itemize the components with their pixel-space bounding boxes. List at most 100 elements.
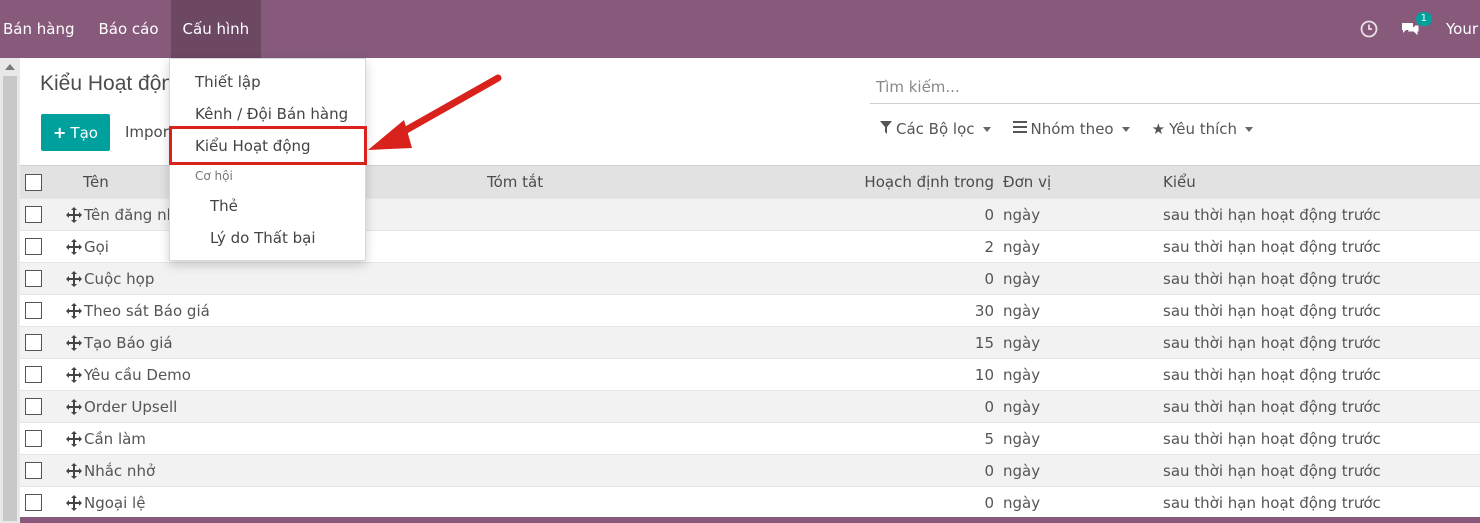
cell-unit: ngày bbox=[1003, 237, 1041, 256]
chat-icon[interactable]: 1 bbox=[1400, 12, 1432, 38]
star-icon: ★ bbox=[1151, 120, 1166, 138]
dropdown-item-sales-teams[interactable]: Kênh / Đội Bán hàng bbox=[195, 105, 348, 123]
cell-plan: 0 bbox=[984, 461, 994, 480]
cell-type: sau thời hạn hoạt động trước bbox=[1163, 397, 1381, 416]
cell-unit: ngày bbox=[1003, 493, 1041, 512]
row-checkbox[interactable] bbox=[25, 430, 42, 447]
dropdown-item-lost-reasons[interactable]: Lý do Thất bại bbox=[210, 229, 315, 247]
drag-handle-icon[interactable] bbox=[64, 302, 84, 319]
cell-type: sau thời hạn hoạt động trước bbox=[1163, 365, 1381, 384]
drag-handle-icon[interactable] bbox=[64, 494, 84, 511]
page-title: Kiểu Hoạt động bbox=[40, 72, 185, 95]
bottom-bar bbox=[20, 517, 1480, 523]
table-row[interactable]: Cần làm 5 ngày sau thời hạn hoạt động trước bbox=[20, 422, 1480, 454]
drag-handle-icon[interactable] bbox=[64, 462, 84, 479]
table-row[interactable]: Ngoại lệ 0 ngày sau thời hạn hoạt động trướ… bbox=[20, 486, 1480, 518]
row-select-cell bbox=[20, 206, 64, 223]
cell-plan: 0 bbox=[984, 269, 994, 288]
dropdown-item-settings[interactable]: Thiết lập bbox=[195, 73, 261, 91]
menu-ban-hang[interactable]: Bán hàng bbox=[0, 0, 86, 58]
cell-name: Cần làm bbox=[84, 429, 146, 448]
drag-handle-icon[interactable] bbox=[64, 206, 84, 223]
dropdown-section-opportunities: Cơ hội bbox=[195, 169, 233, 183]
cell-plan: 0 bbox=[984, 205, 994, 224]
row-checkbox[interactable] bbox=[25, 462, 42, 479]
bars-icon bbox=[1012, 121, 1027, 137]
row-checkbox[interactable] bbox=[25, 494, 42, 511]
filters-dropdown[interactable]: Các Bộ lọc bbox=[880, 120, 991, 138]
menu-cau-hinh[interactable]: Cấu hình bbox=[170, 0, 262, 58]
scroll-up-icon[interactable] bbox=[5, 64, 15, 70]
row-select-cell bbox=[20, 462, 64, 479]
drag-handle-icon[interactable] bbox=[64, 270, 84, 287]
cell-unit: ngày bbox=[1003, 269, 1041, 288]
favorites-label: Yêu thích bbox=[1169, 120, 1238, 138]
drag-handle-icon[interactable] bbox=[64, 398, 84, 415]
drag-handle-icon[interactable] bbox=[64, 334, 84, 351]
row-checkbox[interactable] bbox=[25, 334, 42, 351]
table-row[interactable]: Yêu cầu Demo 10 ngày sau thời hạn hoạt động… bbox=[20, 358, 1480, 390]
cell-type: sau thời hạn hoạt động trước bbox=[1163, 333, 1381, 352]
cell-name: Yêu cầu Demo bbox=[84, 365, 191, 384]
row-select-cell bbox=[20, 238, 64, 255]
chat-badge: 1 bbox=[1415, 12, 1432, 26]
row-checkbox[interactable] bbox=[25, 302, 42, 319]
cell-unit: ngày bbox=[1003, 205, 1041, 224]
cell-unit: ngày bbox=[1003, 429, 1041, 448]
cell-type: sau thời hạn hoạt động trước bbox=[1163, 493, 1381, 512]
cell-type: sau thời hạn hoạt động trước bbox=[1163, 205, 1381, 224]
cell-type: sau thời hạn hoạt động trước bbox=[1163, 461, 1381, 480]
dropdown-item-tags[interactable]: Thẻ bbox=[210, 197, 238, 215]
table-row[interactable]: Order Upsell 0 ngày sau thời hạn hoạt động … bbox=[20, 390, 1480, 422]
table-row[interactable]: Theo sát Báo giá 30 ngày sau thời hạn hoạt … bbox=[20, 294, 1480, 326]
header-unit[interactable]: Đơn vị bbox=[994, 173, 1163, 191]
user-menu[interactable]: Your bbox=[1446, 20, 1480, 38]
cell-type: sau thời hạn hoạt động trước bbox=[1163, 269, 1381, 288]
table-row[interactable]: Tạo Báo giá 15 ngày sau thời hạn hoạt động … bbox=[20, 326, 1480, 358]
row-select-cell bbox=[20, 430, 64, 447]
cell-type: sau thời hạn hoạt động trước bbox=[1163, 429, 1381, 448]
create-button-label: Tạo bbox=[70, 123, 98, 142]
cell-plan: 15 bbox=[974, 333, 994, 352]
cell-name: Order Upsell bbox=[84, 397, 178, 416]
cell-name: Tạo Báo giá bbox=[84, 333, 173, 352]
header-plan[interactable]: Hoạch định trong bbox=[847, 173, 994, 191]
row-checkbox[interactable] bbox=[25, 238, 42, 255]
scroll-thumb[interactable] bbox=[3, 76, 17, 521]
menu-bao-cao[interactable]: Báo cáo bbox=[86, 0, 170, 58]
favorites-dropdown[interactable]: ★ Yêu thích bbox=[1151, 120, 1254, 138]
table-row[interactable]: Nhắc nhở 0 ngày sau thời hạn hoạt động trướ… bbox=[20, 454, 1480, 486]
create-button[interactable]: + Tạo bbox=[41, 114, 110, 151]
cell-name: Cuộc họp bbox=[84, 269, 155, 288]
cell-plan: 5 bbox=[984, 429, 994, 448]
row-checkbox[interactable] bbox=[25, 270, 42, 287]
filter-icon bbox=[880, 120, 892, 138]
cell-type: sau thời hạn hoạt động trước bbox=[1163, 301, 1381, 320]
drag-handle-icon[interactable] bbox=[64, 238, 84, 255]
group-by-label: Nhóm theo bbox=[1030, 120, 1114, 138]
search-input[interactable]: Tìm kiếm... bbox=[870, 72, 1480, 104]
drag-handle-icon[interactable] bbox=[64, 430, 84, 447]
row-select-cell bbox=[20, 398, 64, 415]
cell-unit: ngày bbox=[1003, 365, 1041, 384]
cell-unit: ngày bbox=[1003, 461, 1041, 480]
vertical-scrollbar[interactable] bbox=[0, 58, 20, 523]
cell-name: Ngoại lệ bbox=[84, 493, 146, 512]
header-summary[interactable]: Tóm tắt bbox=[487, 173, 847, 191]
row-checkbox[interactable] bbox=[25, 398, 42, 415]
table-row[interactable]: Cuộc họp 0 ngày sau thời hạn hoạt động trướ… bbox=[20, 262, 1480, 294]
caret-down-icon bbox=[1245, 126, 1254, 132]
cell-name: Theo sát Báo giá bbox=[84, 301, 210, 320]
cell-name: Nhắc nhở bbox=[84, 461, 156, 480]
clock-icon[interactable] bbox=[1360, 20, 1378, 38]
header-type[interactable]: Kiểu bbox=[1163, 173, 1463, 191]
annotation-arrow-icon bbox=[368, 74, 502, 150]
cell-unit: ngày bbox=[1003, 301, 1041, 320]
import-button[interactable]: Import bbox=[125, 123, 175, 141]
row-checkbox[interactable] bbox=[25, 206, 42, 223]
drag-handle-icon[interactable] bbox=[64, 366, 84, 383]
group-by-dropdown[interactable]: Nhóm theo bbox=[1012, 120, 1130, 138]
row-checkbox[interactable] bbox=[25, 366, 42, 383]
annotation-highlight-box bbox=[169, 126, 367, 165]
select-all-checkbox[interactable] bbox=[25, 173, 42, 191]
